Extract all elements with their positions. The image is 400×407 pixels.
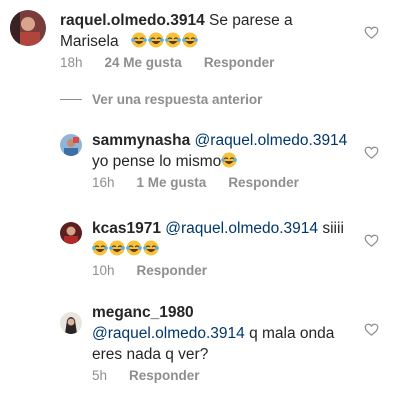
comment-body: siiii — [322, 220, 344, 237]
comment-meta: 10h Responder — [92, 263, 207, 278]
heart-outline-icon[interactable] — [364, 233, 379, 248]
laughing-emoji-icon — [131, 32, 148, 48]
reply-button[interactable]: Responder — [137, 263, 208, 278]
comment-body-line2: Marisela — [60, 33, 119, 50]
username[interactable]: raquel.olmedo.3914 — [60, 12, 205, 29]
username[interactable]: kcas1971 — [92, 220, 161, 237]
likes-count[interactable]: 24 Me gusta — [105, 55, 182, 70]
comment-text: sammynasha @raquel.olmedo.3914 yo pense … — [92, 130, 347, 177]
avatar[interactable] — [60, 134, 82, 156]
likes-count[interactable]: 1 Me gusta — [137, 175, 207, 190]
laughing-emoji-icon — [182, 32, 199, 48]
mention-link[interactable]: @raquel.olmedo.3914 — [165, 220, 318, 237]
laughing-emoji-icon — [126, 240, 142, 256]
mention-link[interactable]: @raquel.olmedo.3914 — [195, 132, 348, 149]
heart-outline-icon[interactable] — [364, 25, 379, 40]
reply-button[interactable]: Responder — [129, 368, 200, 383]
laughing-emoji-icon — [165, 32, 182, 48]
comment-body: yo pense lo mismo — [92, 153, 222, 170]
divider-line — [60, 99, 82, 100]
heart-outline-icon[interactable] — [364, 322, 379, 337]
comment-meta: 18h 24 Me gusta Responder — [60, 55, 274, 70]
comment-text: raquel.olmedo.3914 Se parese a Marisela … — [60, 10, 293, 57]
laughing-emoji-icon — [92, 240, 108, 256]
comment-meta: 16h 1 Me gusta Responder — [92, 175, 299, 190]
comment-body: Se parese a — [209, 12, 293, 29]
comment-body: q mala onda — [249, 325, 335, 342]
view-previous-label: Ver una respuesta anterior — [92, 92, 263, 107]
comment-body-line2: eres nada q ver? — [92, 346, 209, 363]
reply-button[interactable]: Responder — [228, 175, 299, 190]
timestamp: 16h — [92, 175, 115, 190]
timestamp: 10h — [92, 263, 115, 278]
username[interactable]: sammynasha — [92, 132, 190, 149]
view-previous-reply-link[interactable]: Ver una respuesta anterior — [60, 92, 262, 107]
heart-outline-icon[interactable] — [364, 145, 379, 160]
avatar[interactable] — [60, 312, 82, 334]
laughing-emoji-icon — [221, 152, 238, 168]
comment-meta: 5h Responder — [92, 368, 200, 383]
avatar[interactable] — [60, 222, 82, 244]
laughing-emoji-icon — [143, 240, 159, 256]
timestamp: 5h — [92, 368, 108, 383]
comment-text: kcas1971 @raquel.olmedo.3914 siiii 😂😂😂😂 — [92, 218, 344, 265]
laughing-emoji-icon — [109, 240, 125, 256]
mention-link[interactable]: @raquel.olmedo.3914 — [92, 325, 245, 342]
laughing-emoji-icon — [148, 32, 165, 48]
timestamp: 18h — [60, 55, 83, 70]
reply-button[interactable]: Responder — [204, 55, 275, 70]
comment-text: meganc_1980 @raquel.olmedo.3914 q mala o… — [92, 302, 334, 365]
emoji-render — [127, 32, 199, 50]
username[interactable]: meganc_1980 — [92, 304, 194, 321]
avatar[interactable] — [10, 10, 46, 46]
